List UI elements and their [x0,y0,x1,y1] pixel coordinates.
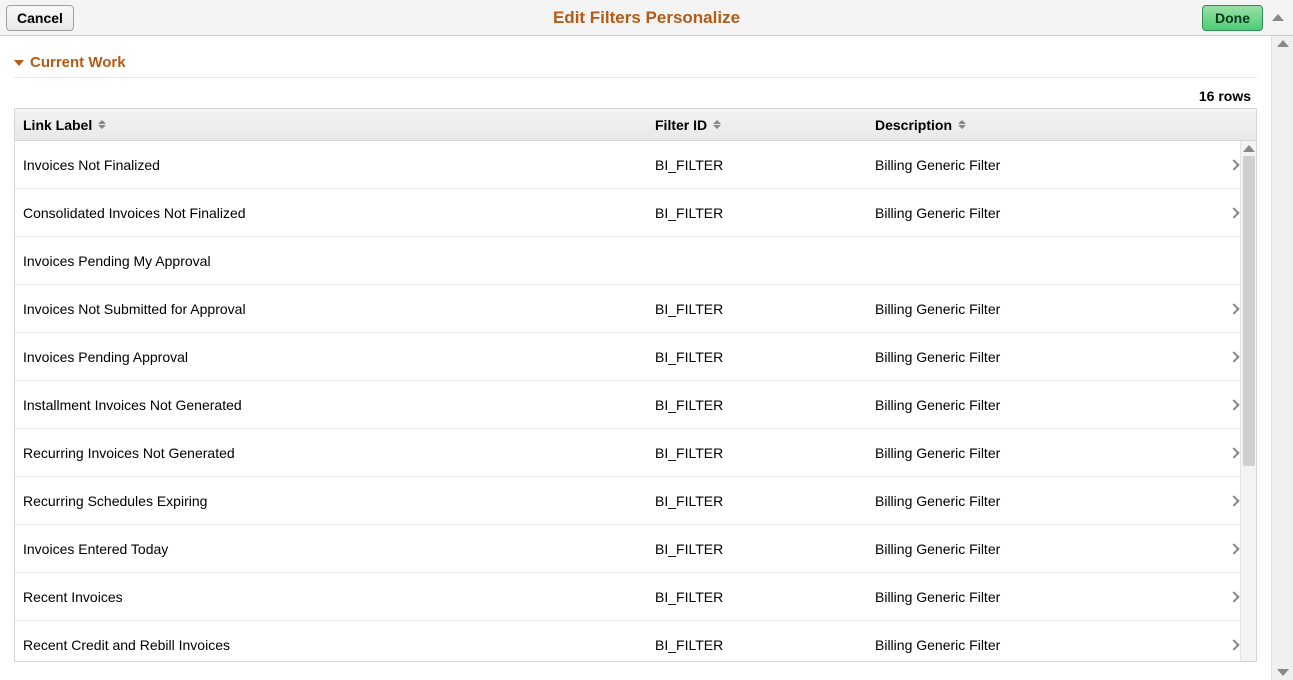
table-row[interactable]: Consolidated Invoices Not FinalizedBI_FI… [15,189,1256,237]
cell-description: Billing Generic Filter [875,637,1212,653]
content-area: Current Work 16 rows Link Label Filter I… [0,36,1271,680]
chevron-up-icon[interactable] [1269,14,1287,21]
cell-filter-id: BI_FILTER [655,493,875,509]
table-row[interactable]: Invoices Not Submitted for ApprovalBI_FI… [15,285,1256,333]
chevron-right-icon [1228,447,1239,458]
chevron-right-icon [1228,351,1239,362]
chevron-right-icon [1228,303,1239,314]
column-header-text: Filter ID [655,117,707,133]
scroll-thumb[interactable] [1243,156,1255,466]
chevron-right-icon [1228,399,1239,410]
cancel-button[interactable]: Cancel [6,5,74,31]
table-row[interactable]: Recent InvoicesBI_FILTERBilling Generic … [15,573,1256,621]
page-title: Edit Filters Personalize [0,8,1293,28]
column-header-text: Link Label [23,117,92,133]
cell-filter-id: BI_FILTER [655,157,875,173]
cell-link-label: Invoices Not Submitted for Approval [15,301,655,317]
section-toggle-current-work[interactable]: Current Work [14,54,1257,78]
scroll-down-icon [1277,669,1289,676]
sort-icon [958,120,966,129]
cell-description: Billing Generic Filter [875,349,1212,365]
inner-scrollbar[interactable] [1240,141,1256,661]
outer-scrollbar[interactable] [1271,36,1293,680]
sort-icon [98,120,106,129]
cell-filter-id: BI_FILTER [655,349,875,365]
scroll-up-icon [1243,145,1255,152]
table-row[interactable]: Recurring Invoices Not GeneratedBI_FILTE… [15,429,1256,477]
section-title: Current Work [30,54,126,71]
topbar: Cancel Edit Filters Personalize Done [0,0,1293,36]
grid-header: Link Label Filter ID Description [15,109,1256,141]
table-row[interactable]: Invoices Pending My Approval [15,237,1256,285]
cell-link-label: Installment Invoices Not Generated [15,397,655,413]
column-header-description[interactable]: Description [875,117,1212,133]
cell-link-label: Recurring Schedules Expiring [15,493,655,509]
cell-link-label: Recurring Invoices Not Generated [15,445,655,461]
table-row[interactable]: Invoices Entered TodayBI_FILTERBilling G… [15,525,1256,573]
cell-filter-id: BI_FILTER [655,589,875,605]
chevron-right-icon [1228,495,1239,506]
column-header-text: Description [875,117,952,133]
table-row[interactable]: Recurring Schedules ExpiringBI_FILTERBil… [15,477,1256,525]
table-row[interactable]: Invoices Pending ApprovalBI_FILTERBillin… [15,333,1256,381]
cell-filter-id: BI_FILTER [655,637,875,653]
table-row[interactable]: Installment Invoices Not GeneratedBI_FIL… [15,381,1256,429]
cell-link-label: Invoices Pending Approval [15,349,655,365]
row-count: 16 rows [14,84,1257,108]
table-row[interactable]: Recent Credit and Rebill InvoicesBI_FILT… [15,621,1256,661]
cell-filter-id: BI_FILTER [655,397,875,413]
cell-link-label: Recent Credit and Rebill Invoices [15,637,655,653]
cell-description: Billing Generic Filter [875,493,1212,509]
cell-link-label: Invoices Pending My Approval [15,253,655,269]
cell-filter-id: BI_FILTER [655,301,875,317]
cell-description: Billing Generic Filter [875,541,1212,557]
cell-description: Billing Generic Filter [875,205,1212,221]
cell-link-label: Invoices Not Finalized [15,157,655,173]
grid-body: Invoices Not FinalizedBI_FILTERBilling G… [15,141,1256,661]
column-header-filter-id[interactable]: Filter ID [655,117,875,133]
cell-description: Billing Generic Filter [875,301,1212,317]
cell-description: Billing Generic Filter [875,397,1212,413]
cell-filter-id: BI_FILTER [655,445,875,461]
collapse-icon [14,60,24,66]
sort-icon [713,120,721,129]
chevron-right-icon [1228,591,1239,602]
chevron-right-icon [1228,543,1239,554]
cell-description: Billing Generic Filter [875,157,1212,173]
cell-filter-id: BI_FILTER [655,205,875,221]
chevron-right-icon [1228,207,1239,218]
column-header-link-label[interactable]: Link Label [15,117,655,133]
chevron-right-icon [1228,639,1239,650]
cell-filter-id: BI_FILTER [655,541,875,557]
scroll-up-icon [1277,40,1289,47]
cell-description: Billing Generic Filter [875,445,1212,461]
cell-link-label: Consolidated Invoices Not Finalized [15,205,655,221]
cell-link-label: Invoices Entered Today [15,541,655,557]
table-row[interactable]: Invoices Not FinalizedBI_FILTERBilling G… [15,141,1256,189]
grid: Link Label Filter ID Description Invoice… [14,108,1257,662]
cell-description: Billing Generic Filter [875,589,1212,605]
cell-link-label: Recent Invoices [15,589,655,605]
chevron-right-icon [1228,159,1239,170]
done-button[interactable]: Done [1202,5,1263,31]
